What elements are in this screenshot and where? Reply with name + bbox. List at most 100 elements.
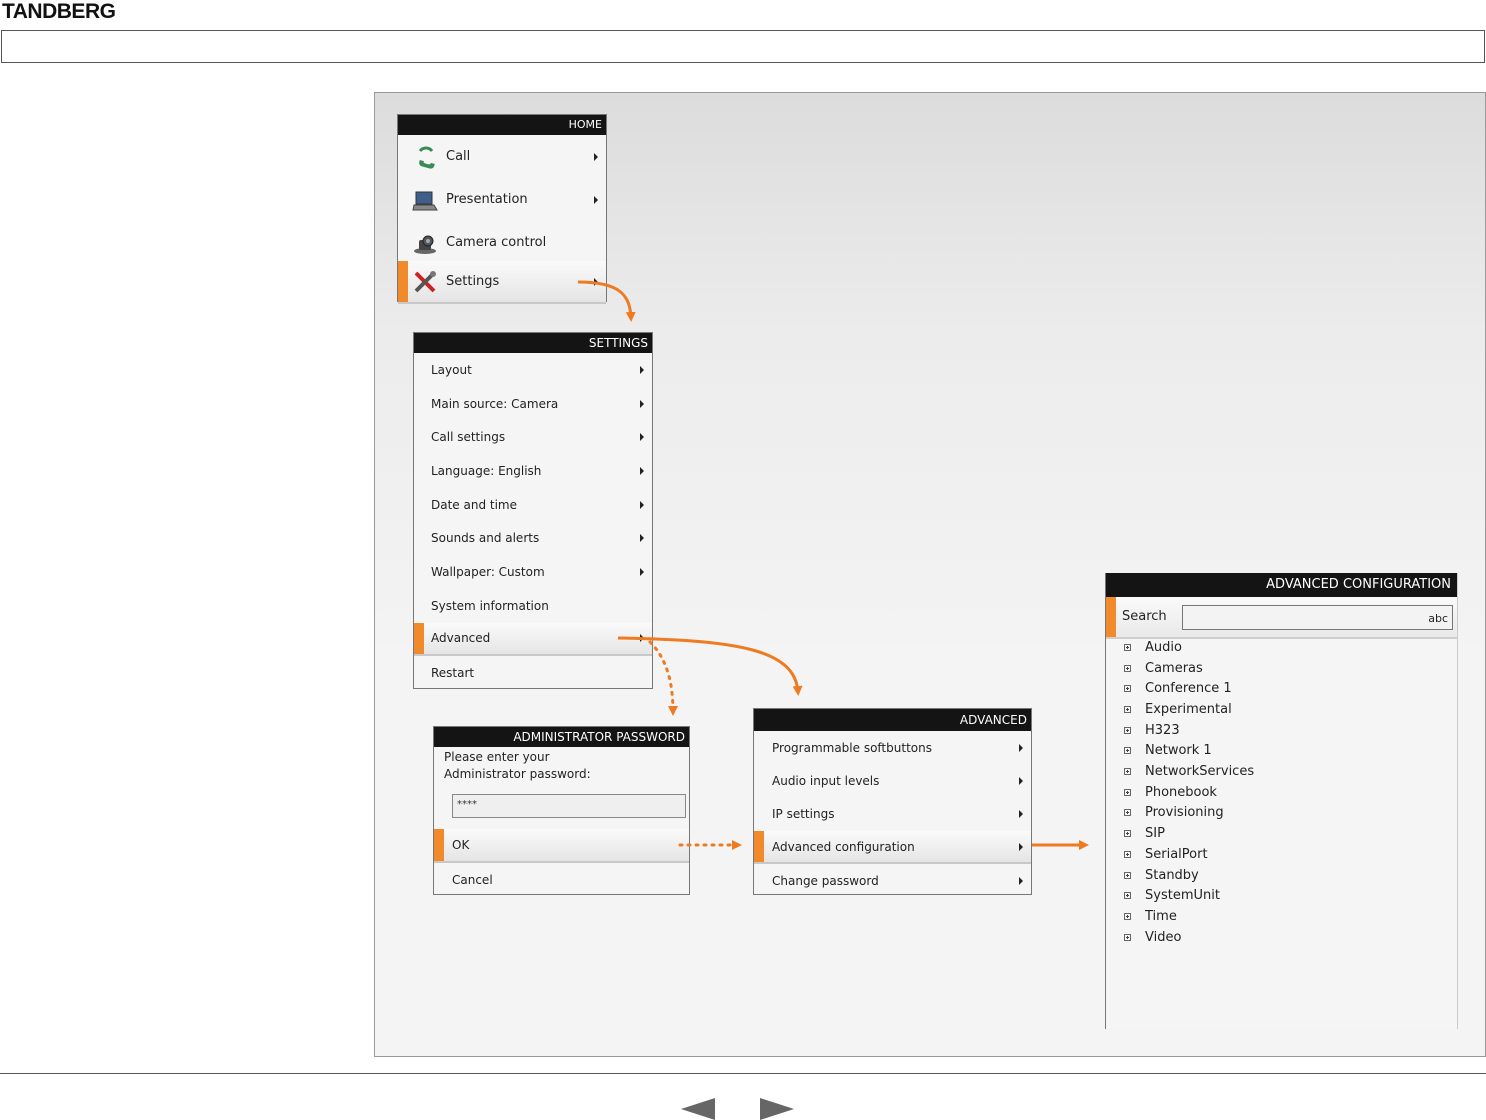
chevron-right-icon	[594, 277, 598, 286]
expand-icon[interactable]	[1124, 892, 1131, 900]
settings-item-advanced[interactable]: Advanced	[414, 622, 652, 657]
search-row: Search abc	[1106, 597, 1457, 639]
tree-node-label: SIP	[1145, 826, 1165, 842]
advanced-item-ip-settings[interactable]: IP settings	[754, 798, 1031, 831]
tree-node-provisioning[interactable]: Provisioning	[1106, 803, 1457, 824]
ok-button-label: OK	[452, 838, 470, 852]
cancel-button-label: Cancel	[452, 873, 493, 887]
chevron-right-icon	[640, 466, 644, 475]
admin-password-header: ADMINISTRATOR PASSWORD	[434, 727, 689, 747]
chevron-right-icon	[1019, 776, 1023, 785]
footer-divider	[0, 1073, 1486, 1074]
camera-icon	[412, 230, 438, 256]
settings-item-system-information[interactable]: System information	[414, 589, 652, 623]
tree-node-audio[interactable]: Audio	[1106, 637, 1457, 658]
tree-node-label: Provisioning	[1145, 805, 1224, 821]
home-item-label: Call	[446, 149, 471, 164]
tree-node-cameras[interactable]: Cameras	[1106, 658, 1457, 679]
previous-page-arrow-icon[interactable]	[681, 1098, 715, 1120]
chevron-right-icon	[640, 433, 644, 442]
tools-icon	[412, 269, 438, 295]
expand-icon[interactable]	[1124, 643, 1131, 651]
chevron-right-icon	[1019, 876, 1023, 885]
settings-item-label: Date and time	[431, 497, 517, 512]
settings-item-label: Restart	[431, 666, 475, 681]
settings-menu-header: SETTINGS	[414, 333, 652, 353]
home-menu-header: HOME	[398, 115, 606, 135]
settings-item-wallpaper[interactable]: Wallpaper: Custom	[414, 555, 652, 589]
advanced-item-audio-input-levels[interactable]: Audio input levels	[754, 764, 1031, 797]
search-input[interactable]: abc	[1182, 605, 1453, 630]
tree-node-networkservices[interactable]: NetworkServices	[1106, 761, 1457, 782]
password-field[interactable]: ****	[452, 794, 686, 818]
home-item-presentation[interactable]: Presentation	[398, 178, 606, 221]
selection-indicator	[754, 830, 764, 863]
expand-icon[interactable]	[1124, 685, 1131, 693]
settings-item-date-time[interactable]: Date and time	[414, 488, 652, 522]
settings-item-call-settings[interactable]: Call settings	[414, 420, 652, 454]
home-item-settings[interactable]: Settings	[398, 261, 606, 304]
settings-item-sounds[interactable]: Sounds and alerts	[414, 522, 652, 556]
home-item-call[interactable]: Call	[398, 135, 606, 178]
tree-node-h323[interactable]: H323	[1106, 720, 1457, 741]
chevron-right-icon	[1019, 842, 1023, 851]
tree-node-label: H323	[1145, 722, 1180, 738]
prompt-line-2: Administrator password:	[444, 767, 591, 781]
tree-node-label: Network 1	[1145, 743, 1212, 759]
home-item-label: Presentation	[446, 192, 528, 207]
tree-node-phonebook[interactable]: Phonebook	[1106, 782, 1457, 803]
expand-icon[interactable]	[1124, 788, 1131, 796]
advanced-item-label: Programmable softbuttons	[772, 740, 932, 755]
settings-item-layout[interactable]: Layout	[414, 353, 652, 387]
settings-item-main-source[interactable]: Main source: Camera	[414, 387, 652, 421]
selection-indicator	[1106, 597, 1116, 637]
ok-button[interactable]: OK	[434, 829, 689, 863]
tree-node-systemunit[interactable]: SystemUnit	[1106, 885, 1457, 906]
expand-icon[interactable]	[1124, 850, 1131, 858]
expand-icon[interactable]	[1124, 871, 1131, 879]
advanced-item-change-password[interactable]: Change password	[754, 864, 1031, 897]
brand-logo: TANDBERG	[2, 0, 116, 23]
expand-icon[interactable]	[1124, 768, 1131, 776]
expand-icon[interactable]	[1124, 726, 1131, 734]
tree-node-standby[interactable]: Standby	[1106, 865, 1457, 886]
expand-icon[interactable]	[1124, 809, 1131, 817]
tree-node-label: Phonebook	[1145, 784, 1217, 800]
phone-icon	[412, 144, 438, 170]
home-item-camera-control[interactable]: Camera control	[398, 221, 606, 264]
expand-icon[interactable]	[1124, 664, 1131, 672]
chevron-right-icon	[640, 500, 644, 509]
advanced-menu-header: ADVANCED	[754, 709, 1031, 731]
next-page-arrow-icon[interactable]	[760, 1098, 794, 1120]
expand-icon[interactable]	[1124, 747, 1131, 755]
selection-indicator	[414, 622, 424, 655]
laptop-icon	[412, 187, 438, 213]
expand-icon[interactable]	[1124, 933, 1131, 941]
tree-node-sip[interactable]: SIP	[1106, 823, 1457, 844]
expand-icon[interactable]	[1124, 912, 1131, 920]
expand-icon[interactable]	[1124, 830, 1131, 838]
settings-item-label: Advanced	[431, 631, 491, 646]
settings-item-language[interactable]: Language: English	[414, 454, 652, 488]
advanced-item-advanced-configuration[interactable]: Advanced configuration	[754, 830, 1031, 865]
tree-node-video[interactable]: Video	[1106, 927, 1457, 948]
tree-node-conference[interactable]: Conference 1	[1106, 678, 1457, 699]
tree-node-network[interactable]: Network 1	[1106, 741, 1457, 762]
advanced-configuration-header: ADVANCED CONFIGURATION	[1106, 573, 1457, 597]
tree-node-serialport[interactable]: SerialPort	[1106, 844, 1457, 865]
advanced-menu: ADVANCED Programmable softbuttons Audio …	[753, 708, 1032, 895]
settings-item-label: Call settings	[431, 430, 506, 445]
chevron-right-icon	[640, 534, 644, 543]
advanced-item-softbuttons[interactable]: Programmable softbuttons	[754, 731, 1031, 764]
tree-node-experimental[interactable]: Experimental	[1106, 699, 1457, 720]
tree-node-time[interactable]: Time	[1106, 906, 1457, 927]
tree-node-label: SystemUnit	[1145, 888, 1220, 904]
advanced-item-label: IP settings	[772, 807, 835, 822]
chevron-right-icon	[594, 152, 598, 161]
settings-item-label: Main source: Camera	[431, 396, 559, 411]
chevron-right-icon	[640, 634, 644, 643]
tree-node-label: Experimental	[1145, 701, 1232, 717]
expand-icon[interactable]	[1124, 705, 1131, 713]
settings-item-restart[interactable]: Restart	[414, 656, 652, 690]
cancel-button[interactable]: Cancel	[434, 863, 689, 897]
